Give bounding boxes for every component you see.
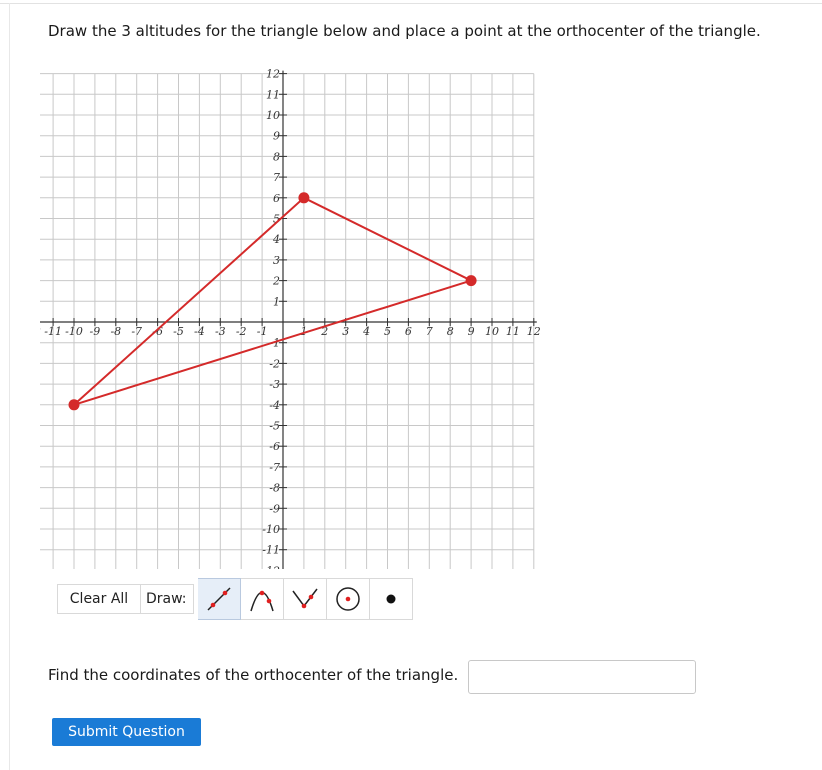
parabola-tool[interactable] bbox=[240, 578, 284, 620]
x-tick-label: -3 bbox=[215, 325, 226, 338]
clear-all-button[interactable]: Clear All bbox=[57, 584, 141, 614]
y-tick-label: -12 bbox=[262, 564, 280, 569]
y-tick-label: 10 bbox=[266, 109, 280, 122]
x-tick-label: -12 bbox=[40, 325, 41, 338]
x-tick-label: -8 bbox=[110, 325, 121, 338]
x-tick-label: -4 bbox=[194, 325, 205, 338]
x-tick-label: 9 bbox=[468, 325, 475, 338]
triangle-vertex-point[interactable] bbox=[465, 275, 477, 287]
triangle-vertex-point[interactable] bbox=[298, 192, 310, 204]
absolute-value-icon bbox=[291, 588, 318, 609]
draw-label: Draw: bbox=[141, 584, 194, 614]
y-tick-label: 6 bbox=[273, 192, 280, 205]
x-tick-label: 12 bbox=[527, 325, 541, 338]
circle-tool[interactable] bbox=[326, 578, 370, 620]
y-tick-label: -6 bbox=[269, 440, 280, 453]
x-tick-label: 8 bbox=[447, 325, 454, 338]
y-tick-label: -9 bbox=[269, 502, 280, 515]
y-tick-label: 12 bbox=[266, 68, 280, 81]
problem-prompt: Draw the 3 altitudes for the triangle be… bbox=[48, 22, 761, 40]
x-tick-label: 11 bbox=[506, 325, 520, 338]
y-tick-label: 3 bbox=[273, 254, 280, 267]
x-tick-label: -10 bbox=[65, 325, 83, 338]
line-segment-tool[interactable] bbox=[197, 578, 241, 620]
line-segment-icon bbox=[207, 587, 231, 611]
x-tick-label: -9 bbox=[90, 325, 101, 338]
x-tick-label: -11 bbox=[44, 325, 62, 338]
orthocenter-question: Find the coordinates of the orthocenter … bbox=[48, 666, 459, 684]
circle-icon bbox=[335, 587, 360, 611]
y-tick-label: 7 bbox=[273, 171, 280, 184]
x-tick-label: 4 bbox=[362, 325, 370, 338]
y-tick-label: -8 bbox=[269, 482, 280, 495]
y-tick-label: 1 bbox=[273, 295, 280, 308]
orthocenter-answer-input[interactable] bbox=[468, 660, 696, 694]
x-tick-label: 7 bbox=[426, 325, 433, 338]
left-divider bbox=[9, 3, 10, 770]
y-tick-label: 9 bbox=[273, 130, 280, 143]
x-tick-label: 10 bbox=[485, 325, 499, 338]
x-tick-label: -5 bbox=[173, 325, 184, 338]
x-tick-label: 5 bbox=[384, 325, 391, 338]
y-tick-label: -3 bbox=[269, 378, 280, 391]
y-tick-label: -2 bbox=[269, 357, 280, 370]
triangle-vertex-point[interactable] bbox=[68, 399, 80, 411]
y-tick-label: -7 bbox=[269, 461, 280, 474]
point-icon bbox=[386, 594, 396, 604]
absolute-value-tool[interactable] bbox=[283, 578, 327, 620]
y-tick-label: -4 bbox=[269, 399, 280, 412]
x-tick-label: -7 bbox=[131, 325, 142, 338]
x-tick-label: -2 bbox=[236, 325, 247, 338]
x-tick-label: -1 bbox=[257, 325, 268, 338]
x-tick-label: 3 bbox=[342, 325, 349, 338]
y-tick-label: 11 bbox=[266, 88, 280, 101]
drawing-toolbar: Clear All Draw: bbox=[57, 578, 413, 620]
y-tick-label: -5 bbox=[269, 420, 280, 433]
y-tick-label: 4 bbox=[272, 233, 280, 246]
submit-question-button[interactable]: Submit Question bbox=[52, 718, 201, 746]
parabola-icon bbox=[249, 590, 274, 612]
point-tool[interactable] bbox=[369, 578, 413, 620]
y-tick-label: 2 bbox=[272, 275, 280, 288]
y-tick-label: -10 bbox=[262, 523, 280, 536]
coordinate-graph[interactable]: -12-11-10-9-8-7-6-5-4-3-2-11234567891011… bbox=[40, 55, 562, 569]
top-divider bbox=[0, 3, 822, 4]
x-tick-label: 6 bbox=[405, 325, 412, 338]
y-tick-label: -11 bbox=[262, 544, 280, 557]
y-tick-label: 8 bbox=[273, 150, 280, 163]
